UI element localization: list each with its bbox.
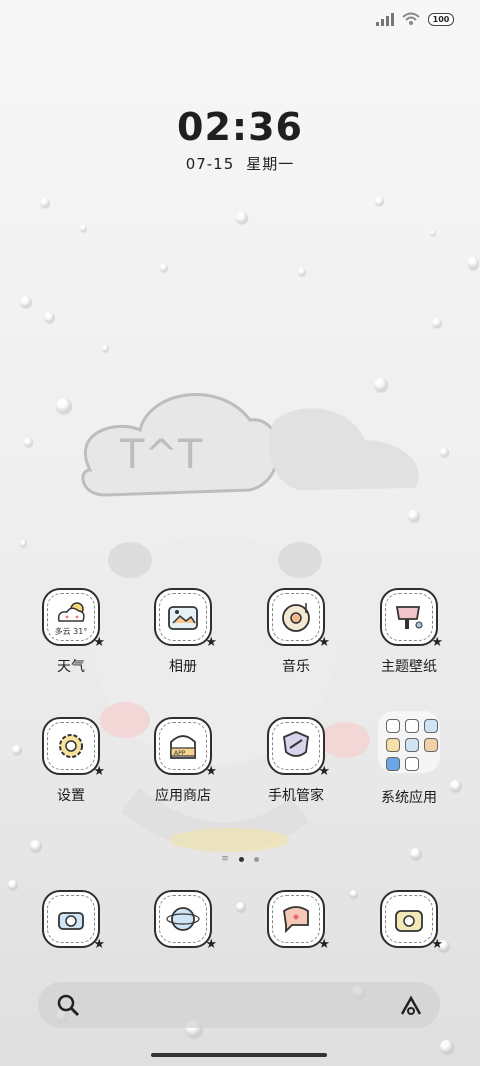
raindrop bbox=[432, 318, 442, 328]
app-label: 天气 bbox=[57, 659, 85, 675]
raindrop bbox=[20, 296, 32, 308]
raindrop bbox=[80, 225, 87, 232]
store-icon: APP ★ bbox=[154, 717, 217, 779]
page-dot-active bbox=[238, 857, 244, 862]
assistant-icon[interactable] bbox=[398, 994, 424, 1018]
raindrop bbox=[298, 268, 306, 276]
app-label: 主题壁纸 bbox=[381, 659, 437, 675]
cellular-signal-icon bbox=[376, 13, 394, 26]
dock-browser[interactable]: ★ bbox=[128, 890, 238, 952]
raindrop bbox=[374, 378, 388, 392]
raindrop bbox=[30, 840, 42, 852]
raindrop bbox=[236, 212, 248, 224]
app-label: 相册 bbox=[169, 659, 197, 675]
app-music[interactable]: ★ 音乐 bbox=[241, 588, 351, 676]
music-icon: ★ bbox=[267, 588, 330, 650]
star-badge-icon: ★ bbox=[431, 635, 443, 650]
app-store[interactable]: APP ★ 应用商店 bbox=[128, 717, 238, 805]
app-label: 应用商店 bbox=[155, 788, 211, 804]
clock-time: 02:36 bbox=[177, 105, 303, 149]
search-icon[interactable] bbox=[56, 993, 80, 1017]
star-badge-icon: ★ bbox=[318, 635, 330, 650]
app-gallery[interactable]: ★ 相册 bbox=[128, 588, 238, 676]
app-settings[interactable]: ★ 设置 bbox=[16, 717, 126, 805]
folder-system-apps[interactable]: 系统应用 bbox=[354, 711, 464, 807]
page-dot: ≡ bbox=[221, 854, 229, 864]
weekday-text: 星期一 bbox=[246, 155, 295, 173]
home-indicator[interactable] bbox=[151, 1053, 327, 1057]
folder-app-icon bbox=[386, 757, 400, 771]
raindrop bbox=[40, 198, 50, 208]
app-weather[interactable]: 多云 31° ★ 天气 bbox=[16, 588, 126, 676]
clock-date: 07-15 星期一 bbox=[0, 153, 480, 174]
star-badge-icon: ★ bbox=[318, 937, 330, 952]
raindrop bbox=[430, 230, 436, 236]
svg-text:T^T: T^T bbox=[119, 432, 203, 478]
gallery-icon: ★ bbox=[154, 588, 217, 650]
weather-icon: 多云 31° ★ bbox=[42, 588, 105, 650]
star-badge-icon: ★ bbox=[93, 764, 105, 779]
page-dot bbox=[253, 857, 259, 862]
folder-app-icon bbox=[405, 738, 419, 752]
folder-app-icon bbox=[386, 738, 400, 752]
star-badge-icon: ★ bbox=[205, 937, 217, 952]
raindrop bbox=[160, 264, 168, 272]
gallery-camera-icon: ★ bbox=[380, 890, 443, 952]
dock-gallery-camera[interactable]: ★ bbox=[354, 890, 464, 952]
folder-app-icon bbox=[405, 757, 419, 771]
folder-app-icon bbox=[424, 738, 438, 752]
app-label: 手机管家 bbox=[268, 788, 324, 804]
star-badge-icon: ★ bbox=[205, 764, 217, 779]
raindrop bbox=[102, 345, 109, 352]
star-badge-icon: ★ bbox=[205, 635, 217, 650]
battery-icon: 100 bbox=[428, 12, 454, 26]
date-text: 07-15 bbox=[185, 155, 235, 173]
raindrop bbox=[44, 312, 55, 323]
app-label: 音乐 bbox=[282, 659, 310, 675]
raindrop bbox=[408, 510, 420, 522]
raindrop bbox=[375, 197, 384, 206]
weather-mini-text: 多云 31° bbox=[54, 627, 88, 636]
wifi-icon bbox=[402, 12, 420, 25]
dock-messages[interactable]: ★ bbox=[241, 890, 351, 952]
gear-icon: ★ bbox=[42, 717, 105, 779]
page-indicator[interactable]: ≡ bbox=[0, 854, 480, 864]
clock-widget[interactable]: 02:36 07-15 星期一 bbox=[0, 105, 480, 174]
star-badge-icon: ★ bbox=[318, 764, 330, 779]
app-label: 设置 bbox=[57, 788, 85, 804]
app-security[interactable]: ★ 手机管家 bbox=[241, 717, 351, 805]
status-bar: 100 bbox=[376, 12, 454, 26]
paint-brush-icon: ★ bbox=[380, 588, 443, 650]
raindrop bbox=[24, 438, 33, 447]
app-themes[interactable]: ★ 主题壁纸 bbox=[354, 588, 464, 676]
raindrop bbox=[440, 1040, 454, 1054]
dock-camera[interactable]: ★ bbox=[16, 890, 126, 952]
camera-icon: ★ bbox=[42, 890, 105, 952]
star-badge-icon: ★ bbox=[93, 937, 105, 952]
svg-text:APP: APP bbox=[174, 750, 186, 757]
raindrop bbox=[440, 448, 449, 457]
raindrop bbox=[20, 540, 27, 547]
messages-icon: ★ bbox=[267, 890, 330, 952]
folder-app-icon bbox=[405, 719, 419, 733]
browser-icon: ★ bbox=[154, 890, 217, 952]
folder-app-icon bbox=[424, 719, 438, 733]
raindrop bbox=[468, 256, 479, 270]
search-bar[interactable] bbox=[38, 982, 440, 1028]
folder-app-icon bbox=[386, 719, 400, 733]
app-folder bbox=[378, 711, 440, 773]
star-badge-icon: ★ bbox=[431, 937, 443, 952]
star-badge-icon: ★ bbox=[93, 635, 105, 650]
app-label: 系统应用 bbox=[381, 790, 437, 806]
raindrop bbox=[8, 880, 18, 890]
raindrop bbox=[56, 398, 72, 414]
shield-icon: ★ bbox=[267, 717, 330, 779]
